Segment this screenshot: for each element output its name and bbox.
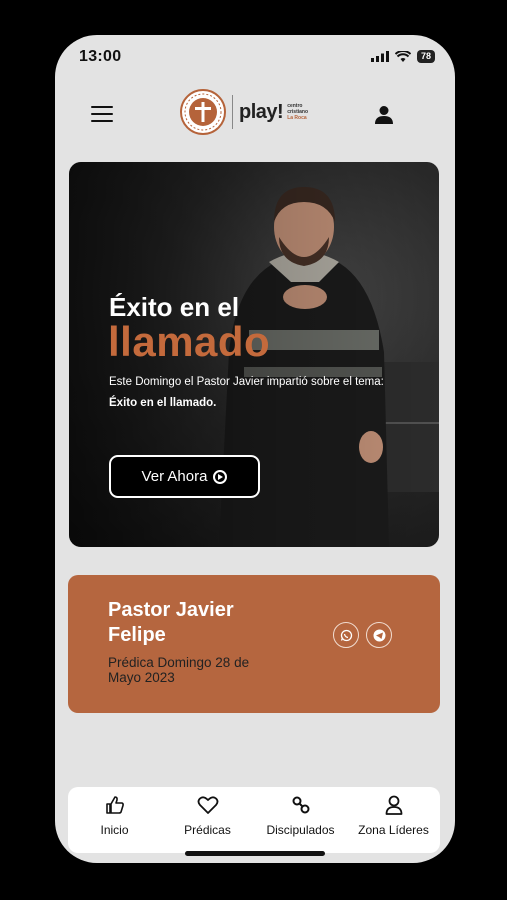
menu-button[interactable] <box>91 106 113 124</box>
watch-now-button[interactable]: Ver Ahora <box>109 455 260 498</box>
play-subtitle: centro cristiano La Roca <box>287 103 309 121</box>
user-icon <box>375 106 393 124</box>
hamburger-icon-line <box>91 113 113 115</box>
telegram-icon <box>373 629 385 641</box>
thumbs-up-icon <box>105 796 124 814</box>
hamburger-icon-line <box>91 106 113 108</box>
featured-sermon-banner: Éxito en el llamado Este Domingo el Past… <box>69 162 439 547</box>
person-icon <box>385 795 402 815</box>
banner-title-line2: llamado <box>108 318 271 365</box>
whatsapp-icon <box>340 629 352 641</box>
logo-divider <box>232 95 233 129</box>
status-bar: 13:00 78 <box>55 35 455 79</box>
sermon-date: Prédica Domingo 28 de Mayo 2023 <box>108 655 250 685</box>
play-circle-icon <box>213 469 228 484</box>
telegram-share-button[interactable] <box>366 622 392 648</box>
bottom-tab-bar: Inicio Prédicas Discipulados Zona Lídere… <box>68 787 440 853</box>
status-icons: 78 <box>370 50 435 63</box>
pastor-name: Pastor Javier Felipe <box>108 599 234 646</box>
app-logo: play! centro cristiano La Roca <box>180 89 308 135</box>
tab-zona-lideres[interactable]: Zona Líderes <box>347 787 440 853</box>
phone-screen: 13:00 78 play! centro cristiano La Roca … <box>55 35 455 863</box>
banner-description: Este Domingo el Pastor Javier impartió s… <box>109 376 384 409</box>
tab-inicio[interactable]: Inicio <box>68 787 161 853</box>
home-indicator <box>185 851 325 856</box>
hamburger-icon-line <box>91 120 113 122</box>
sermon-info-card[interactable]: Pastor Javier Felipe Prédica Domingo 28 … <box>68 575 440 713</box>
wifi-icon <box>394 50 411 62</box>
profile-button[interactable] <box>375 105 393 130</box>
whatsapp-share-button[interactable] <box>333 622 359 648</box>
heart-icon <box>197 796 218 814</box>
signal-icon <box>370 51 389 62</box>
tab-predicas[interactable]: Prédicas <box>161 787 254 853</box>
link-icon <box>292 796 309 814</box>
status-time: 13:00 <box>79 48 122 65</box>
top-bar: play! centro cristiano La Roca <box>55 85 455 147</box>
tab-discipulados[interactable]: Discipulados <box>254 787 347 853</box>
church-seal-logo <box>180 89 226 135</box>
battery-indicator: 78 <box>416 50 435 63</box>
play-wordmark: play! <box>239 100 284 123</box>
